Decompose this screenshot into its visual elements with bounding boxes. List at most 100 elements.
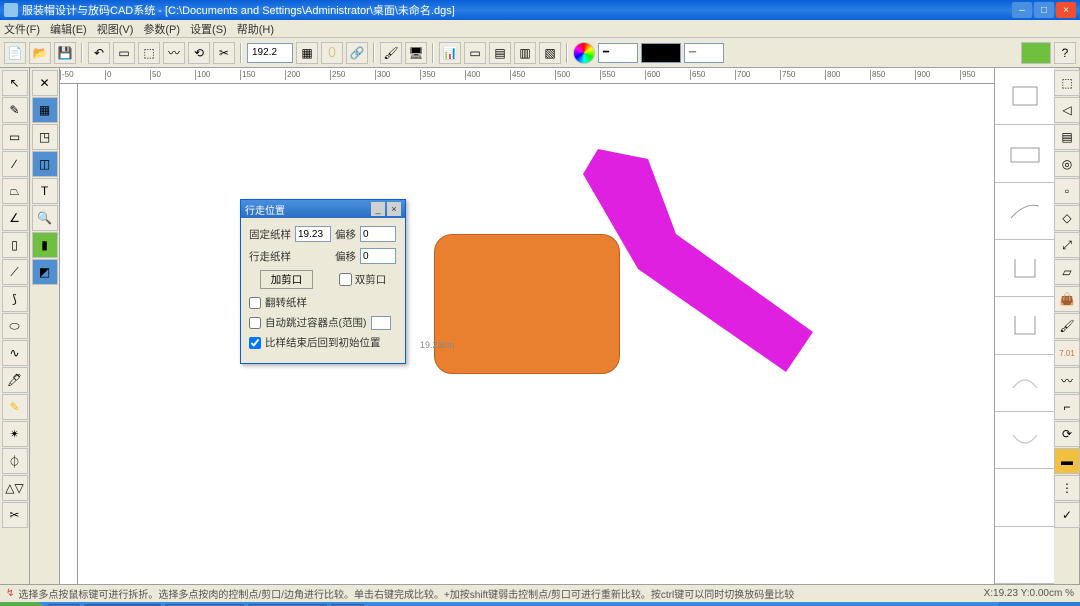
preview-slot[interactable]: [995, 297, 1054, 354]
fixed-input[interactable]: [295, 226, 331, 242]
pointer-icon[interactable]: ↖: [2, 70, 28, 96]
redo-icon[interactable]: ▭: [113, 42, 135, 64]
layout-icon[interactable]: ▥: [514, 42, 536, 64]
corner-icon[interactable]: ⌐: [1054, 394, 1080, 420]
color-icon[interactable]: ▬: [1054, 448, 1080, 474]
panel-icon[interactable]: ▦: [32, 97, 58, 123]
fill-icon[interactable]: ▮: [32, 232, 58, 258]
select-icon[interactable]: ⬚: [1054, 70, 1080, 96]
line-icon[interactable]: ∕: [2, 151, 28, 177]
help-icon[interactable]: ?: [1054, 42, 1076, 64]
maximize-button[interactable]: □: [1034, 2, 1054, 18]
dialog-min-icon[interactable]: _: [371, 202, 385, 216]
layout-icon[interactable]: ▧: [539, 42, 561, 64]
bag-icon[interactable]: 👜: [1054, 286, 1080, 312]
chart-icon[interactable]: 📊: [439, 42, 461, 64]
preview-slot[interactable]: [995, 68, 1054, 125]
pen-icon[interactable]: 🖊: [2, 367, 28, 393]
tool-icon[interactable]: ⬚: [138, 42, 160, 64]
save-icon[interactable]: 💾: [54, 42, 76, 64]
canvas[interactable]: 19.23cm 行走位置 _ × 固定纸样 偏移 行走纸样: [78, 84, 994, 584]
panel3-icon[interactable]: ◩: [32, 259, 58, 285]
monitor-icon[interactable]: 🖥: [405, 42, 427, 64]
double-notch-check[interactable]: [339, 273, 352, 286]
offset2-input[interactable]: [360, 248, 396, 264]
link-icon[interactable]: 🔗: [346, 42, 368, 64]
pencil-icon[interactable]: ✎: [2, 97, 28, 123]
rect2-icon[interactable]: ▯: [2, 232, 28, 258]
check-icon[interactable]: ✓: [1054, 502, 1080, 528]
color-combo[interactable]: [641, 43, 681, 63]
curve-icon[interactable]: ⟆: [2, 286, 28, 312]
brush2-icon[interactable]: 🖌: [1054, 313, 1080, 339]
colorwheel-icon[interactable]: [573, 42, 595, 64]
diamond-icon[interactable]: ◇: [1054, 205, 1080, 231]
line-weight-combo[interactable]: ─: [684, 43, 724, 63]
layout-icon[interactable]: ▭: [464, 42, 486, 64]
preview-slot[interactable]: [995, 355, 1054, 412]
box-icon[interactable]: ▫: [1054, 178, 1080, 204]
angle-icon[interactable]: ∠: [2, 205, 28, 231]
preview-slot[interactable]: [995, 125, 1054, 182]
add-notch-button[interactable]: 加剪口: [260, 270, 314, 289]
preview-slot[interactable]: [995, 183, 1054, 240]
line-style-combo[interactable]: ━: [598, 43, 638, 63]
minimize-button[interactable]: –: [1012, 2, 1032, 18]
menu-edit[interactable]: 编辑(E): [50, 21, 87, 37]
tool-icon[interactable]: 〰: [163, 42, 185, 64]
compass-icon[interactable]: ✕: [32, 70, 58, 96]
dim-icon[interactable]: 7.01: [1054, 340, 1080, 366]
menu-settings[interactable]: 设置(S): [190, 21, 227, 37]
clip-icon[interactable]: ◳: [32, 124, 58, 150]
close-button[interactable]: ×: [1056, 2, 1076, 18]
mirror-icon[interactable]: △▽: [2, 475, 28, 501]
menu-file[interactable]: 文件(F): [4, 21, 40, 37]
preview-slot[interactable]: [995, 527, 1054, 584]
cylinder-icon[interactable]: ⬯: [321, 42, 343, 64]
burst-icon[interactable]: ✴: [2, 421, 28, 447]
shape-icon[interactable]: ▱: [1054, 259, 1080, 285]
scissors-icon[interactable]: ✂: [213, 42, 235, 64]
menu-view[interactable]: 视图(V): [97, 21, 134, 37]
preview-slot[interactable]: [995, 469, 1054, 526]
preview-slot[interactable]: [995, 240, 1054, 297]
start-button[interactable]: 开始: [0, 602, 44, 606]
cut-icon[interactable]: ✂: [2, 502, 28, 528]
prev-icon[interactable]: ◁: [1054, 97, 1080, 123]
flip-checkbox[interactable]: [249, 297, 261, 309]
mirror2-icon[interactable]: ⏀: [2, 448, 28, 474]
autoskip-checkbox[interactable]: [249, 317, 261, 329]
return-checkbox[interactable]: [249, 337, 261, 349]
expand-icon[interactable]: ⤢: [1054, 232, 1080, 258]
open-icon[interactable]: 📂: [29, 42, 51, 64]
layers-icon[interactable]: ▤: [1054, 124, 1080, 150]
zoom-combo[interactable]: 192.2: [247, 43, 293, 63]
menu-param[interactable]: 参数(P): [143, 21, 180, 37]
fill-preview[interactable]: [1021, 42, 1051, 64]
autoskip-input[interactable]: [371, 316, 391, 330]
trapezoid-icon[interactable]: ⏢: [2, 178, 28, 204]
ellipse-icon[interactable]: ⬭: [2, 313, 28, 339]
panel2-icon[interactable]: ◫: [32, 151, 58, 177]
menu-help[interactable]: 帮助(H): [237, 21, 274, 37]
text-icon[interactable]: T: [32, 178, 58, 204]
preview-slot[interactable]: [995, 412, 1054, 469]
offset1-input[interactable]: [360, 226, 396, 242]
rect-icon[interactable]: ▭: [2, 124, 28, 150]
shape-band[interactable]: [568, 144, 628, 374]
refresh-icon[interactable]: ⟳: [1054, 421, 1080, 447]
undo-icon[interactable]: ↶: [88, 42, 110, 64]
target-icon[interactable]: ◎: [1054, 151, 1080, 177]
zoom-icon[interactable]: 🔍: [32, 205, 58, 231]
dialog-close-icon[interactable]: ×: [387, 202, 401, 216]
tool-icon[interactable]: ⟲: [188, 42, 210, 64]
wave-icon[interactable]: ∿: [2, 340, 28, 366]
wave2-icon[interactable]: 〰: [1054, 367, 1080, 393]
dots-icon[interactable]: ⋮: [1054, 475, 1080, 501]
grid-icon[interactable]: ▦: [296, 42, 318, 64]
new-icon[interactable]: 📄: [4, 42, 26, 64]
layout-icon[interactable]: ▤: [489, 42, 511, 64]
segment-icon[interactable]: ⟋: [2, 259, 28, 285]
dialog-title-bar[interactable]: 行走位置 _ ×: [241, 200, 405, 218]
system-tray[interactable]: 🔊 🛡 17:11: [999, 602, 1080, 606]
